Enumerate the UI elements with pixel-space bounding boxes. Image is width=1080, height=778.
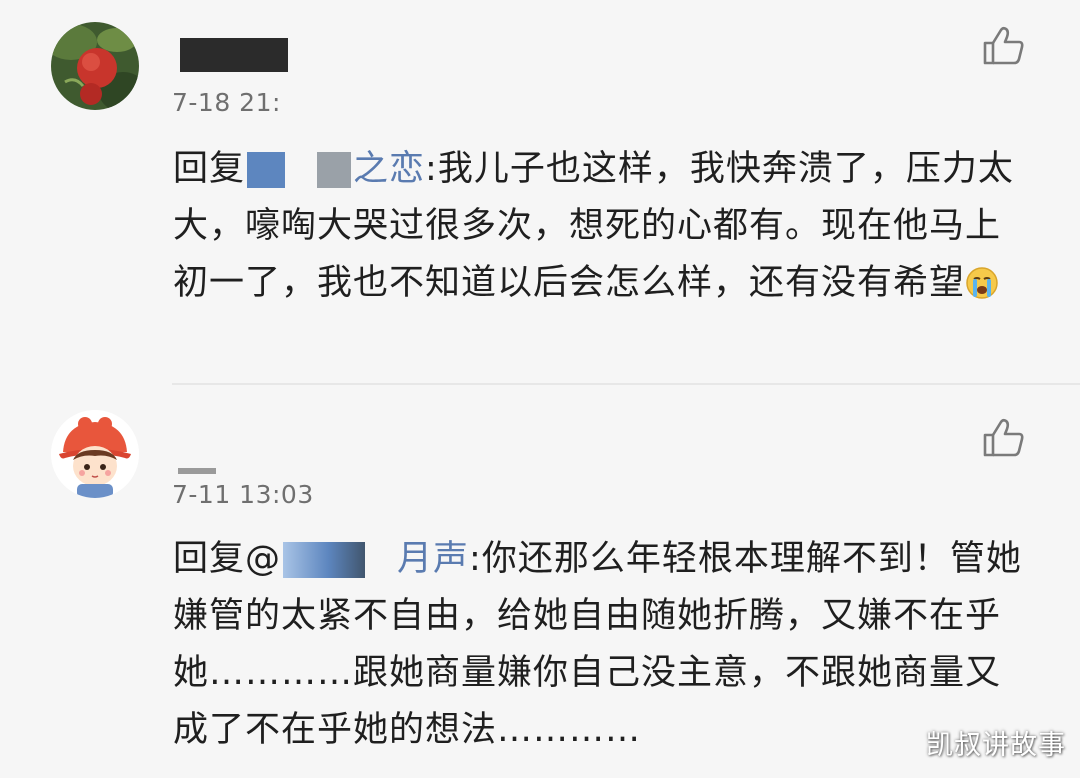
mention-link[interactable]: 之恋 (353, 149, 425, 189)
crying-face-icon (965, 261, 999, 318)
redacted-mention (283, 542, 366, 578)
redacted-mention (317, 152, 352, 188)
comment-body: :我儿子也这样，我快奔溃了，压力太大，嚎啕大哭过很多次，想死的心都有。现在他马上… (173, 149, 1014, 303)
redacted-mention (247, 152, 286, 188)
watermark: 凯叔讲故事 (926, 730, 1066, 761)
like-icon[interactable] (982, 26, 1026, 66)
comment-time: 7-18 21: (172, 88, 281, 117)
comment-text: 回复 之恋:我儿子也这样，我快奔溃了，压力太大，嚎啕大哭过很多次，想死的心都有。现… (173, 141, 1033, 318)
mention-link[interactable]: 月声 (397, 539, 469, 579)
reply-prefix: 回复@ (173, 539, 282, 579)
comment-text: 回复@ 月声:你还那么年轻根本理解不到！管她嫌管的太紧不自由，给她自由随她折腾，又… (173, 531, 1033, 759)
comment-time: 7-11 13:03 (172, 480, 314, 509)
avatar[interactable] (51, 22, 139, 110)
username-redacted[interactable] (180, 38, 288, 72)
comment-2: 7-11 13:03 回复@ 月声:你还那么年轻根本理解不到！管她嫌管的太紧不自由… (0, 384, 1080, 778)
like-icon[interactable] (982, 418, 1026, 458)
avatar[interactable] (51, 410, 139, 498)
comment-1: 7-18 21: 回复 之恋:我儿子也这样，我快奔溃了，压力太大，嚎啕大哭过很多次… (0, 0, 1080, 384)
username-redacted[interactable] (178, 468, 216, 474)
reply-prefix: 回复 (173, 149, 246, 189)
